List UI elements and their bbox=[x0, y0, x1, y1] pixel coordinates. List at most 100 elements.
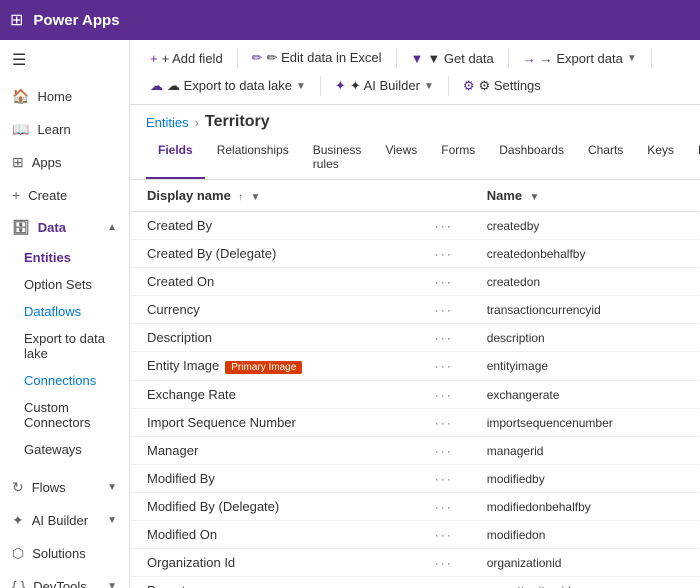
dots-cell[interactable]: ··· bbox=[419, 381, 471, 409]
sidebar-item-home[interactable]: 🏠 Home bbox=[0, 80, 129, 113]
tabs-bar: Fields Relationships Business rules View… bbox=[130, 133, 700, 180]
toolbar-sep-2 bbox=[396, 48, 397, 68]
name-cell: createdby bbox=[471, 212, 699, 240]
main-layout: ☰ 🏠 Home 📖 Learn ⊞ Apps + Create 🗄 Data … bbox=[0, 40, 700, 588]
sidebar-item-learn[interactable]: 📖 Learn bbox=[0, 113, 129, 146]
name-cell: parentterritoryid bbox=[471, 577, 699, 588]
name-cell: exchangerate bbox=[471, 381, 699, 409]
table-row[interactable]: Organization Id···organizationid bbox=[131, 549, 699, 577]
dots-cell[interactable]: ··· bbox=[419, 521, 471, 549]
apps-icon: ⊞ bbox=[12, 154, 24, 171]
chevron-down-devtools-icon: ▼ bbox=[107, 581, 117, 588]
dots-cell[interactable]: ··· bbox=[419, 549, 471, 577]
settings-button[interactable]: ⚙ ⚙ Settings bbox=[455, 74, 549, 98]
table-row[interactable]: Description···description bbox=[131, 324, 699, 352]
dots-cell[interactable]: ··· bbox=[419, 493, 471, 521]
dots-cell[interactable]: ··· bbox=[419, 212, 471, 240]
sidebar-item-devtools[interactable]: { } DevTools ▼ bbox=[0, 570, 129, 588]
display-name-value: Modified On bbox=[147, 527, 217, 542]
tab-charts[interactable]: Charts bbox=[576, 137, 635, 179]
sidebar-item-custom-connectors[interactable]: Custom Connectors bbox=[12, 394, 129, 436]
table-row[interactable]: Exchange Rate···exchangerate bbox=[131, 381, 699, 409]
dots-cell[interactable]: ··· bbox=[419, 324, 471, 352]
entities-breadcrumb-link[interactable]: Entities bbox=[146, 115, 189, 130]
table-row[interactable]: Import Sequence Number···importsequencen… bbox=[131, 409, 699, 437]
tab-fields[interactable]: Fields bbox=[146, 137, 205, 179]
col-display-name[interactable]: Display name ↑ ▼ bbox=[131, 180, 419, 212]
table-row[interactable]: Entity ImagePrimary Image···entityimage bbox=[131, 352, 699, 381]
col-name[interactable]: Name ▼ bbox=[471, 180, 699, 212]
table-row[interactable]: Parent···parentterritoryid bbox=[131, 577, 699, 588]
content-area: + + Add field ✏ ✏ Edit data in Excel ▼ ▼… bbox=[130, 40, 700, 588]
sidebar-item-connections[interactable]: Connections bbox=[12, 367, 129, 394]
display-name-value: Import Sequence Number bbox=[147, 415, 296, 430]
col-dots-header bbox=[419, 180, 471, 212]
sidebar-item-create-label: Create bbox=[28, 188, 67, 203]
dots-cell[interactable]: ··· bbox=[419, 577, 471, 588]
name-cell: modifiedon bbox=[471, 521, 699, 549]
tab-forms[interactable]: Forms bbox=[429, 137, 487, 179]
hamburger-button[interactable]: ☰ bbox=[0, 40, 129, 80]
export-data-button[interactable]: → → Export data ▼ bbox=[515, 47, 645, 70]
tab-relationships[interactable]: Relationships bbox=[205, 137, 301, 179]
settings-label: ⚙ Settings bbox=[479, 78, 541, 94]
table-row[interactable]: Created By ···createdby bbox=[131, 212, 699, 240]
tab-dashboards[interactable]: Dashboards bbox=[487, 137, 576, 179]
option-sets-label: Option Sets bbox=[24, 277, 92, 292]
fields-table: Display name ↑ ▼ Name ▼ Created By···cre… bbox=[130, 180, 700, 588]
edit-excel-button[interactable]: ✏ ✏ Edit data in Excel bbox=[244, 46, 390, 70]
custom-connectors-label: Custom Connectors bbox=[24, 400, 117, 430]
table-header-row: Display name ↑ ▼ Name ▼ bbox=[131, 180, 699, 212]
sidebar-item-entities[interactable]: Entities bbox=[12, 244, 129, 271]
dots-cell[interactable]: ··· bbox=[419, 352, 471, 381]
display-name-value: Description bbox=[147, 330, 212, 345]
sidebar-item-flows-label: Flows bbox=[32, 480, 66, 495]
table-row[interactable]: Currency···transactioncurrencyid bbox=[131, 296, 699, 324]
sidebar-item-option-sets[interactable]: Option Sets bbox=[12, 271, 129, 298]
display-name-value: Entity Image bbox=[147, 358, 219, 373]
dots-cell[interactable]: ··· bbox=[419, 409, 471, 437]
export-data-lake-button[interactable]: ☁ ☁ Export to data lake ▼ bbox=[142, 74, 314, 98]
dots-cell[interactable]: ··· bbox=[419, 465, 471, 493]
ai-builder-button[interactable]: ✦ ✦ AI Builder ▼ bbox=[327, 74, 442, 98]
name-cell: modifiedonbehalfby bbox=[471, 493, 699, 521]
dots-cell[interactable]: ··· bbox=[419, 296, 471, 324]
sidebar-item-home-label: Home bbox=[37, 89, 72, 104]
tab-views[interactable]: Views bbox=[373, 137, 429, 179]
dataflows-label: Dataflows bbox=[24, 304, 81, 319]
sidebar-item-ai-builder[interactable]: ✦ AI Builder ▼ bbox=[0, 504, 129, 537]
dots-cell[interactable]: ··· bbox=[419, 240, 471, 268]
ai-builder-icon: ✦ bbox=[12, 512, 24, 529]
add-icon: + bbox=[150, 51, 158, 66]
sidebar-item-create[interactable]: + Create bbox=[0, 179, 129, 211]
cloud-icon: ☁ bbox=[150, 78, 163, 94]
table-row[interactable]: Modified By···modifiedby bbox=[131, 465, 699, 493]
dots-cell[interactable]: ··· bbox=[419, 268, 471, 296]
add-field-label: + Add field bbox=[162, 51, 223, 66]
tab-keys[interactable]: Keys bbox=[635, 137, 686, 179]
sidebar-item-export-data-lake[interactable]: Export to data lake bbox=[12, 325, 129, 367]
sidebar-item-flows[interactable]: ↻ Flows ▼ bbox=[0, 471, 129, 504]
table-row[interactable]: Modified By (Delegate) ···modifiedonbehal… bbox=[131, 493, 699, 521]
dots-cell[interactable]: ··· bbox=[419, 437, 471, 465]
table-row[interactable]: Created By (Delegate)···createdonbehalfb… bbox=[131, 240, 699, 268]
get-data-button[interactable]: ▼ ▼ Get data bbox=[403, 47, 502, 70]
table-row[interactable]: Manager···managerid bbox=[131, 437, 699, 465]
sidebar-item-apps[interactable]: ⊞ Apps bbox=[0, 146, 129, 179]
tab-business-rules[interactable]: Business rules bbox=[301, 137, 374, 179]
lake-dropdown-icon: ▼ bbox=[296, 81, 306, 92]
display-name-value: Modified By (Delegate) bbox=[147, 499, 279, 514]
sidebar-item-dataflows[interactable]: Dataflows bbox=[12, 298, 129, 325]
tab-data[interactable]: Data bbox=[686, 137, 700, 179]
table-row[interactable]: Created On···createdon bbox=[131, 268, 699, 296]
sidebar-item-solutions-label: Solutions bbox=[32, 546, 85, 561]
sidebar-item-gateways[interactable]: Gateways bbox=[12, 436, 129, 463]
add-field-button[interactable]: + + Add field bbox=[142, 47, 231, 70]
edit-icon: ✏ bbox=[252, 50, 263, 66]
display-name-value: Created By bbox=[147, 218, 212, 233]
table-row[interactable]: Modified On ···modifiedon bbox=[131, 521, 699, 549]
sidebar-item-data[interactable]: 🗄 Data ▲ bbox=[0, 211, 129, 244]
col-display-name-label: Display name bbox=[147, 188, 231, 203]
display-name-value: Created By (Delegate) bbox=[147, 246, 276, 261]
sidebar-item-solutions[interactable]: ⬡ Solutions bbox=[0, 537, 129, 570]
